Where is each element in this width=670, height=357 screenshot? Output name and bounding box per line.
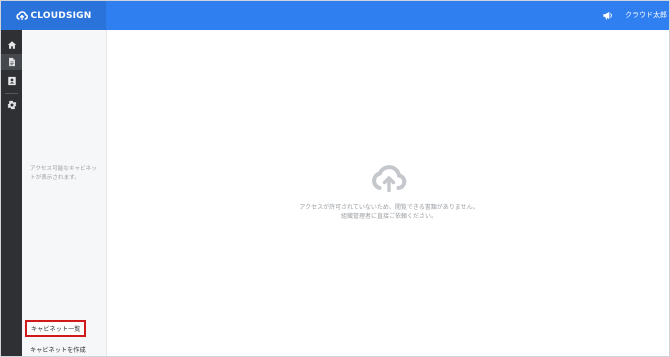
rail-home[interactable] bbox=[1, 37, 22, 53]
megaphone-icon[interactable] bbox=[602, 10, 613, 21]
icon-rail bbox=[1, 30, 22, 356]
cloud-logo-icon bbox=[15, 10, 28, 20]
brand-name: CLOUDSIGN bbox=[30, 10, 92, 21]
no-access-message-line1: アクセスが許可されていないため、閲覧できる書類がありません。 bbox=[299, 204, 479, 211]
app-window: CLOUDSIGN クラウド太郎 アクセス可能なキャビネットが表示されます。 キ… bbox=[0, 0, 670, 357]
sidebar-empty-message: アクセス可能なキャビネットが表示されます。 bbox=[30, 166, 97, 181]
rail-contacts[interactable] bbox=[1, 73, 22, 89]
rail-divider bbox=[5, 93, 18, 94]
rail-settings[interactable] bbox=[1, 97, 22, 113]
cabinet-sidebar: アクセス可能なキャビネットが表示されます。 キャビネット一覧 キャビネットを作成 bbox=[22, 30, 107, 356]
rail-documents[interactable] bbox=[1, 54, 22, 70]
main-content: アクセスが許可されていないため、閲覧できる書類がありません。 組織管理者に直接ご… bbox=[107, 30, 669, 356]
top-header: CLOUDSIGN クラウド太郎 bbox=[1, 1, 669, 30]
create-cabinet-link[interactable]: キャビネットを作成 bbox=[30, 345, 86, 354]
no-access-message-line2: 組織管理者に直接ご依頼ください。 bbox=[340, 213, 437, 221]
no-access-message: アクセスが許可されていないため、閲覧できる書類がありません。 組織管理者に直接ご… bbox=[107, 203, 669, 222]
user-menu[interactable]: クラウド太郎 bbox=[625, 10, 667, 20]
home-icon bbox=[7, 41, 16, 49]
document-icon bbox=[8, 57, 15, 67]
brand-logo[interactable]: CLOUDSIGN bbox=[1, 1, 106, 30]
gear-icon bbox=[7, 100, 16, 110]
cloud-icon bbox=[372, 165, 407, 192]
cabinet-list-button[interactable]: キャビネット一覧 bbox=[25, 320, 86, 337]
contact-book-icon bbox=[7, 76, 16, 86]
